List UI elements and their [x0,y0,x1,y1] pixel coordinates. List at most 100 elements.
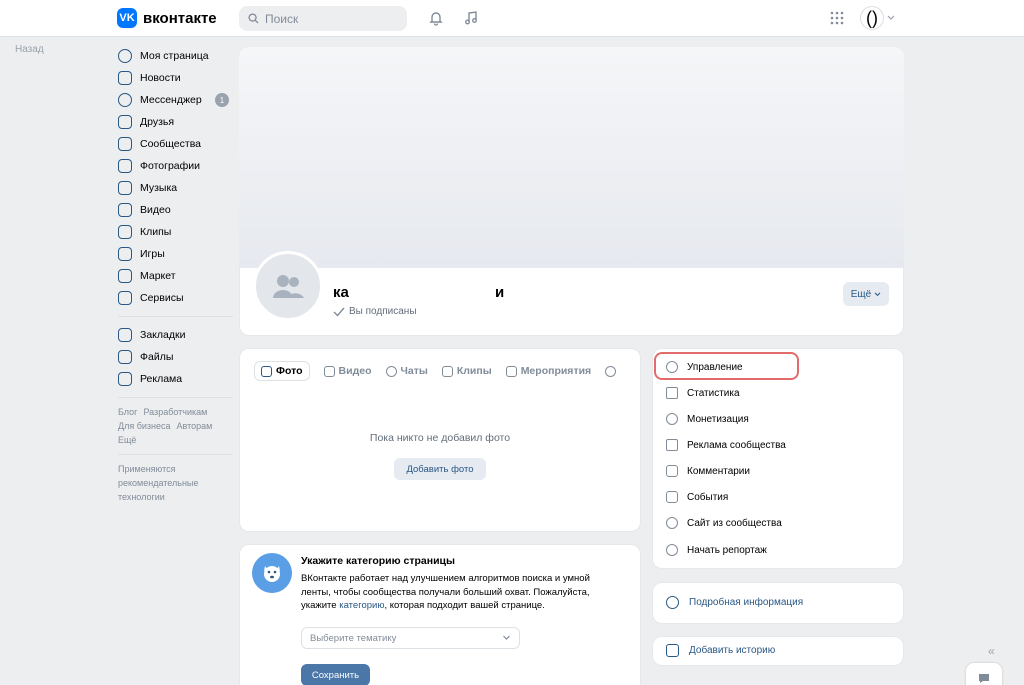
sidebar-item-label: Клипы [140,226,172,238]
bag-icon [118,269,132,283]
chat-bubble-icon [979,673,989,683]
sidebar-divider [118,316,233,317]
chevron-down-icon[interactable] [886,8,896,28]
bell-icon[interactable] [426,8,446,28]
sidebar-item-music[interactable]: Музыка [118,177,233,199]
vk-logo-text: вконтакте [143,9,217,27]
tab-label: Клипы [456,365,492,377]
recommendation-note: Применяются рекомендательные технологии [118,464,199,502]
menu-item-manage[interactable]: Управление [666,358,743,376]
menu-item-label: Монетизация [687,413,749,425]
sidebar-item-label: Друзья [140,116,175,128]
collapse-chevrons-icon[interactable]: « [988,644,995,658]
footer-link-more[interactable]: Ещё [118,435,136,445]
sidebar-item-news[interactable]: Новости [118,67,233,89]
footer-link-authors[interactable]: Авторам [177,421,213,431]
save-button[interactable]: Сохранить [301,664,370,685]
menu-item-events[interactable]: События [666,488,728,506]
sidebar-item-market[interactable]: Маркет [118,265,233,287]
sidebar-item-communities[interactable]: Сообщества [118,133,233,155]
chevron-down-icon [874,291,881,296]
tab-label: Чаты [400,365,428,377]
music-icon[interactable] [461,8,481,28]
user-avatar[interactable]: () [860,6,884,30]
category-title: Укажите категорию страницы [301,555,455,567]
camera-icon [666,644,679,657]
tabs-settings[interactable] [605,361,617,381]
footer-link-developers[interactable]: Разработчикам [143,407,207,417]
chat-icon [385,365,397,377]
mascot-image [252,553,292,593]
gamepad-icon [118,247,132,261]
menu-item-statistics[interactable]: Статистика [666,384,740,402]
details-link[interactable]: Подробная информация [666,596,803,609]
sidebar-item-friends[interactable]: Друзья [118,111,233,133]
topic-select-placeholder: Выберите тематику [310,632,397,644]
sidebar-item-my-page[interactable]: Моя страница [118,45,233,67]
comment-icon [666,465,678,477]
user-circle-icon [118,49,132,63]
menu-item-community-ads[interactable]: Реклама сообщества [666,436,786,454]
tab-photo[interactable]: Фото [254,361,310,381]
bookmark-icon [118,328,132,342]
sidebar-divider [118,397,233,398]
sidebar-item-games[interactable]: Игры [118,243,233,265]
tab-events[interactable]: Мероприятия [505,361,592,381]
vk-logo[interactable]: VK вконтакте [117,8,217,28]
tab-label: Мероприятия [520,365,592,377]
sidebar-item-video[interactable]: Видео [118,199,233,221]
menu-item-comments[interactable]: Комментарии [666,462,750,480]
community-avatar[interactable] [253,251,323,321]
footer-link-blog[interactable]: Блог [118,407,137,417]
category-description: ВКонтакте работает над улучшением алгори… [301,572,601,613]
sidebar-item-label: Реклама [140,373,183,385]
menu-item-broadcast[interactable]: Начать репортаж [666,541,767,559]
unread-badge: 1 [215,93,229,107]
sidebar-item-files[interactable]: Файлы [118,346,233,368]
calendar-icon [505,365,517,377]
tab-clips[interactable]: Клипы [441,361,492,381]
services-icon [118,291,132,305]
management-menu-card [652,348,904,569]
topic-select[interactable]: Выберите тематику [301,627,520,649]
menu-item-monetization[interactable]: Монетизация [666,410,749,428]
category-link[interactable]: категорию [339,600,384,611]
music-icon [118,181,132,195]
sidebar-item-clips[interactable]: Клипы [118,221,233,243]
chat-button[interactable] [966,663,1002,685]
megaphone-icon [666,439,678,451]
category-desc-tail: , которая подходит вашей странице. [384,600,545,611]
sidebar-item-label: Игры [140,248,165,260]
add-photo-button[interactable]: Добавить фото [394,458,486,480]
friends-icon [118,115,132,129]
sidebar-item-messenger[interactable]: Мессенджер 1 [118,89,233,111]
sidebar-item-label: Закладки [140,329,186,341]
photo-icon [261,365,272,377]
more-button[interactable]: Ещё [843,282,889,306]
sidebar-item-label: Сервисы [140,292,184,304]
video-icon [118,203,132,217]
sidebar-item-ads[interactable]: Реклама [118,368,233,390]
menu-item-label: Комментарии [687,465,750,477]
footer-link-business[interactable]: Для бизнеса [118,421,171,431]
tab-label: Фото [276,365,303,377]
add-story-link[interactable]: Добавить историю [666,644,775,657]
event-icon [666,491,678,503]
tab-video[interactable]: Видео [323,361,372,381]
menu-item-site[interactable]: Сайт из сообщества [666,514,782,532]
sidebar-item-label: Маркет [140,270,176,282]
sidebar-item-label: Файлы [140,351,174,363]
search-input[interactable]: Поиск [239,6,407,31]
subscription-status[interactable]: Вы подписаны [333,306,417,317]
apps-grid-icon[interactable] [827,8,847,28]
back-link[interactable]: Назад [15,44,44,55]
sidebar-item-bookmarks[interactable]: Закладки [118,324,233,346]
sidebar-item-photos[interactable]: Фотографии [118,155,233,177]
sidebar-item-services[interactable]: Сервисы [118,287,233,309]
cover-image [239,47,904,268]
top-bar: VK вконтакте Поиск () [0,0,1024,37]
communities-icon [118,137,132,151]
tab-chats[interactable]: Чаты [385,361,428,381]
gear-icon [666,361,678,373]
sidebar-footer-links: Блог Разработчикам Для бизнеса Авторам Ещё [118,405,233,447]
